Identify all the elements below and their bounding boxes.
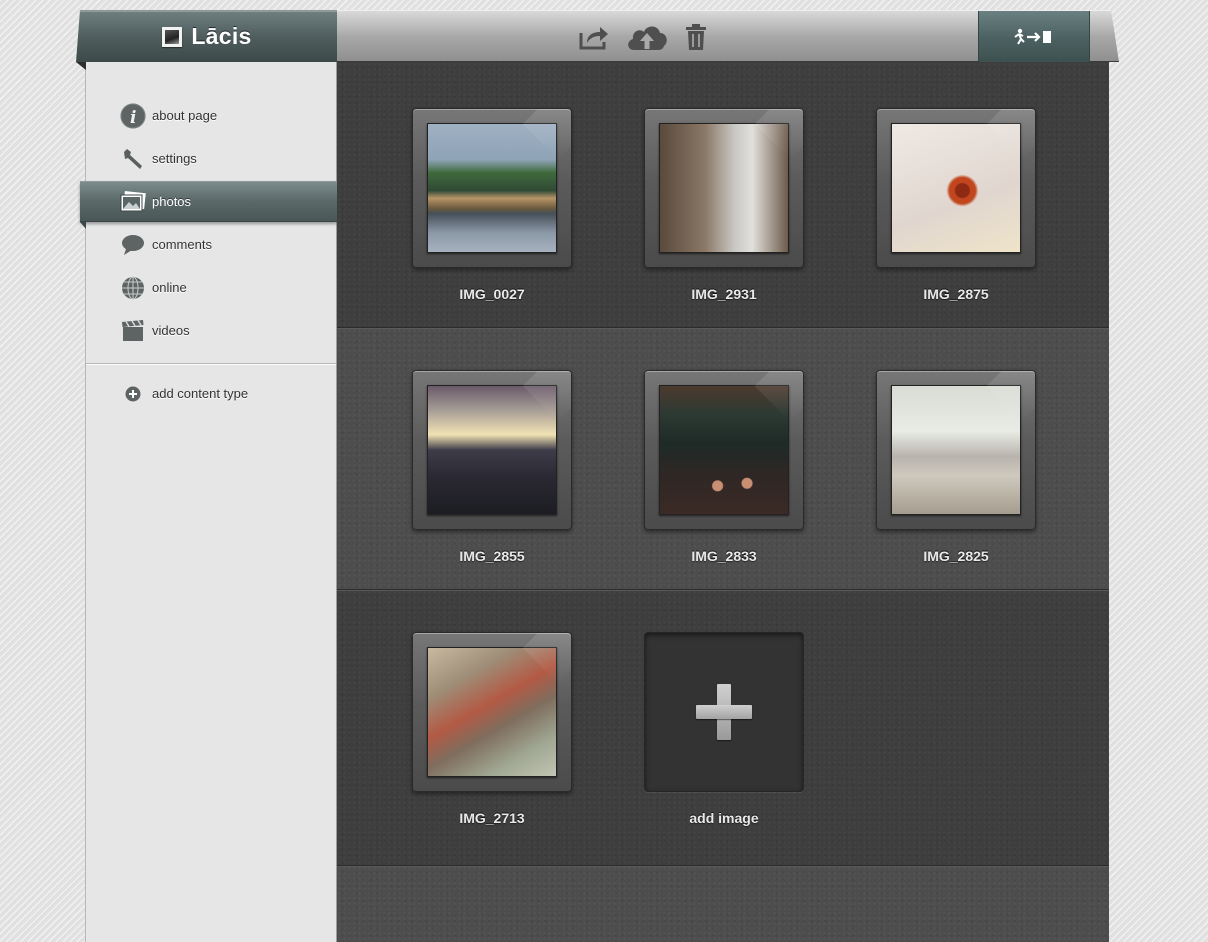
sidebar-item-comments[interactable]: comments	[86, 225, 336, 265]
sidebar-item-videos[interactable]: videos	[86, 311, 336, 351]
photo-caption: IMG_2931	[691, 286, 757, 302]
sidebar-item-label: videos	[152, 323, 190, 338]
photo-caption: IMG_2855	[459, 548, 525, 564]
speech-bubble-icon	[120, 232, 146, 258]
photo-tile[interactable]: IMG_2833	[644, 370, 804, 564]
sidebar-item-label: settings	[152, 151, 197, 166]
photo-thumbnail	[891, 123, 1021, 253]
photo-caption: IMG_2825	[923, 548, 989, 564]
sidebar-item-settings[interactable]: settings	[86, 139, 336, 179]
photo-frame	[644, 370, 804, 530]
photo-caption: IMG_2713	[459, 810, 525, 826]
plus-circle-icon	[120, 381, 146, 407]
add-image-button[interactable]	[644, 632, 804, 792]
photo-thumbnail	[427, 385, 557, 515]
sidebar-item-label: online	[152, 280, 187, 295]
photo-tile[interactable]: IMG_2931	[644, 108, 804, 302]
add-content-type-label: add content type	[152, 386, 249, 401]
photo-caption: IMG_2875	[923, 286, 989, 302]
photo-frame	[876, 108, 1036, 268]
toolbar	[337, 10, 1119, 62]
photo-tile[interactable]: IMG_2825	[876, 370, 1036, 564]
svg-text:i: i	[130, 108, 136, 128]
sidebar-item-about-page[interactable]: i about page	[86, 96, 336, 136]
photo-tile[interactable]: IMG_2875	[876, 108, 1036, 302]
photo-frame	[644, 108, 804, 268]
photo-caption: IMG_2833	[691, 548, 757, 564]
photo-frame	[412, 108, 572, 268]
photo-thumbnail	[891, 385, 1021, 515]
sidebar-divider	[86, 363, 336, 365]
gallery-row	[337, 865, 1109, 942]
share-button[interactable]	[576, 19, 612, 55]
photo-tile[interactable]: IMG_2855	[412, 370, 572, 564]
photo-tile[interactable]: IMG_0027	[412, 108, 572, 302]
sidebar-item-label: about page	[152, 108, 218, 123]
delete-button[interactable]	[683, 19, 709, 55]
wrench-icon	[120, 146, 146, 172]
sidebar: i about page settings photos comments on…	[76, 62, 337, 942]
photo-thumbnail	[659, 123, 789, 253]
globe-icon	[120, 275, 146, 301]
app-title: Lācis	[191, 23, 252, 49]
add-image-label: add image	[689, 810, 759, 826]
photo-frame	[412, 370, 572, 530]
photo-tile[interactable]: IMG_2713	[412, 632, 572, 826]
clapperboard-icon	[120, 318, 146, 344]
app-logo-tab[interactable]: Lācis	[76, 10, 338, 62]
sidebar-item-label: photos	[152, 194, 192, 209]
share-icon	[578, 23, 610, 51]
logout-icon	[1011, 28, 1057, 46]
upload-button[interactable]	[625, 19, 669, 55]
photo-frame	[876, 370, 1036, 530]
photo-frame	[412, 632, 572, 792]
sidebar-item-label: comments	[152, 237, 212, 252]
photo-thumbnail	[659, 385, 789, 515]
photo-caption: IMG_0027	[459, 286, 525, 302]
photo-logo-icon	[162, 26, 183, 47]
photos-icon	[120, 189, 146, 215]
photo-thumbnail	[427, 123, 557, 253]
info-icon: i	[120, 103, 146, 129]
logout-button[interactable]	[978, 11, 1090, 62]
add-content-type-button[interactable]: add content type	[86, 374, 336, 414]
photo-gallery: IMG_0027 IMG_2931 IMG_2875 IMG_2855 IMG_…	[337, 62, 1109, 942]
sidebar-item-online[interactable]: online	[86, 268, 336, 308]
add-image-tile[interactable]: add image	[644, 632, 804, 826]
trash-icon	[685, 23, 707, 51]
photo-thumbnail	[427, 647, 557, 777]
cloud-upload-icon	[625, 22, 669, 52]
sidebar-item-photos[interactable]: photos	[80, 181, 337, 229]
